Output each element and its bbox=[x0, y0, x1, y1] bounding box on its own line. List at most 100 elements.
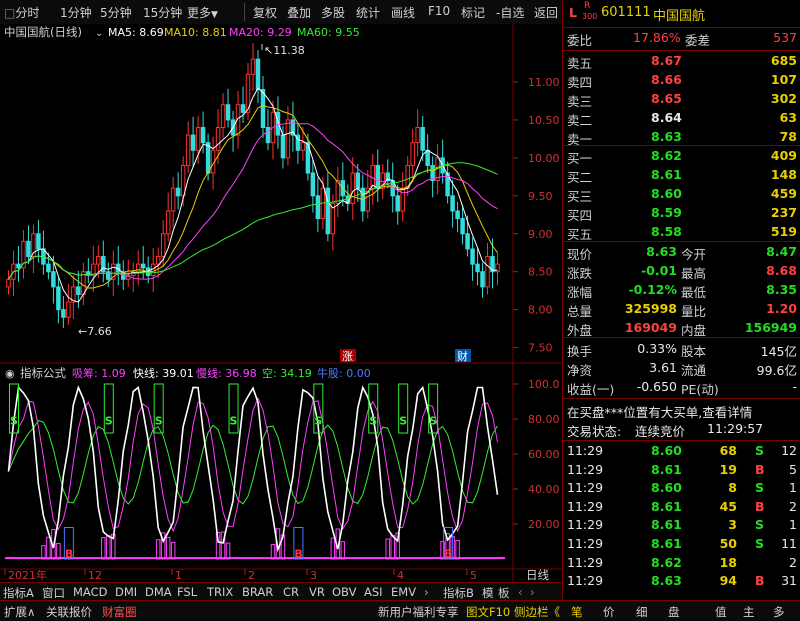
chevron-right-icon[interactable]: › bbox=[424, 585, 429, 599]
tab-dmi[interactable]: DMI bbox=[115, 585, 137, 599]
link-new-user-benefit[interactable]: 新用户福利专享 bbox=[378, 604, 459, 620]
level-label: 买二 bbox=[567, 170, 593, 185]
tab-macd[interactable]: MACD bbox=[73, 585, 107, 599]
sell-level-5[interactable]: 卖五 8.67 685 bbox=[563, 53, 800, 71]
quote-stat-row[interactable]: 涨跌 -0.01 最高 8.68 bbox=[563, 263, 800, 281]
tick-row[interactable]: 11:29 8.63 94 B 31 bbox=[563, 573, 800, 591]
stat-value: 8.35 bbox=[766, 282, 797, 297]
button-statistics[interactable]: 统计 bbox=[356, 4, 380, 21]
tab-more[interactable]: 更多▼ bbox=[187, 4, 218, 21]
button-sidebar[interactable]: 侧边栏《 bbox=[514, 604, 560, 620]
button-graphic-f10[interactable]: 图文F10 bbox=[466, 604, 510, 620]
tab-indicator-a[interactable]: 指标A bbox=[3, 585, 34, 601]
stock-name: 中国国航 bbox=[653, 9, 706, 24]
tick-row[interactable]: 11:29 8.60 8 S 1 bbox=[563, 480, 800, 498]
tick-row[interactable]: 11:29 8.60 68 S 12 bbox=[563, 443, 800, 461]
tab-main[interactable]: 主 bbox=[743, 604, 755, 620]
level-label: 卖五 bbox=[567, 56, 593, 71]
indicator-name[interactable]: 指标公式 bbox=[20, 366, 66, 380]
tick-row[interactable]: 11:29 8.61 3 S 1 bbox=[563, 517, 800, 535]
period-label[interactable]: 日线 bbox=[526, 568, 549, 582]
stat-label: 收益(一) bbox=[567, 382, 615, 397]
quote-stat2-row[interactable]: 收益(一) -0.650 PE(动) - bbox=[563, 379, 800, 397]
tab-obv[interactable]: OBV bbox=[332, 585, 356, 599]
tick-direction: B bbox=[755, 573, 765, 589]
kline-chart-area[interactable]: 中国国航(日线) ⌄ MA5: 8.69 MA10: 8.81 MA20: 9.… bbox=[0, 24, 562, 582]
tab-value[interactable]: 值 bbox=[715, 604, 727, 620]
tab-brar[interactable]: BRAR bbox=[242, 585, 273, 599]
quote-panel: L R 300 601111 中国国航 委比 17.86% 委差 537 卖五 8… bbox=[562, 0, 800, 600]
quote-stat-row[interactable]: 涨幅 -0.12% 最低 8.35 bbox=[563, 282, 800, 300]
button-f10[interactable]: F10 bbox=[428, 4, 450, 18]
tab-fsl[interactable]: FSL bbox=[177, 585, 197, 599]
tab-detail[interactable]: 细 bbox=[636, 604, 648, 620]
tab-asi[interactable]: ASI bbox=[364, 585, 383, 599]
level-price: 8.66 bbox=[651, 72, 682, 87]
financial-report-tag[interactable]: 财 bbox=[457, 349, 468, 363]
button-restore-rights[interactable]: 复权 bbox=[253, 4, 277, 21]
buy-level-5[interactable]: 买五 8.58 519 bbox=[563, 224, 800, 242]
tick-row[interactable]: 11:29 8.61 19 B 5 bbox=[563, 462, 800, 480]
tab-cr[interactable]: CR bbox=[283, 585, 299, 599]
price-tick: 7.50 bbox=[528, 342, 553, 355]
tab-template[interactable]: 模 bbox=[482, 585, 494, 601]
tab-multi[interactable]: 多 bbox=[773, 604, 785, 620]
buy-level-2[interactable]: 买二 8.61 148 bbox=[563, 167, 800, 185]
big-order-notice[interactable]: 在买盘***位置有大买单,查看详情 bbox=[563, 402, 800, 420]
tab-5min[interactable]: 5分钟 bbox=[100, 4, 132, 21]
button-expand[interactable]: 扩展∧ bbox=[4, 604, 35, 620]
quote-stat-row[interactable]: 现价 8.63 今开 8.47 bbox=[563, 244, 800, 262]
tick-time: 11:29 bbox=[567, 517, 604, 533]
level-volume: 409 bbox=[770, 148, 797, 163]
quote-stat2-row[interactable]: 净资 3.61 流通 99.6亿 bbox=[563, 360, 800, 378]
buy-level-1[interactable]: 买一 8.62 409 bbox=[563, 148, 800, 166]
buy-level-3[interactable]: 买三 8.60 459 bbox=[563, 186, 800, 204]
quote-stat-row[interactable]: 外盘 169049 内盘 156949 bbox=[563, 320, 800, 338]
limit-up-tag[interactable]: 涨 bbox=[342, 350, 353, 363]
price-tick: 10.50 bbox=[528, 114, 560, 127]
indicator-tick: 100.0 bbox=[528, 378, 560, 391]
button-overlay[interactable]: 叠加 bbox=[287, 4, 311, 21]
indicator-tick: 80.00 bbox=[528, 413, 560, 426]
quote-stat2-row[interactable]: 换手 0.33% 股本 145亿 bbox=[563, 341, 800, 359]
button-watchlist[interactable]: -自选 bbox=[496, 4, 524, 21]
tab-intraday[interactable]: □分时 bbox=[4, 4, 39, 21]
tab-board[interactable]: 板 bbox=[498, 585, 510, 601]
quote-stat-row[interactable]: 总量 325998 量比 1.20 bbox=[563, 301, 800, 319]
tab-1min[interactable]: 1分钟 bbox=[60, 4, 92, 21]
chevron-left-icon[interactable]: ‹ bbox=[518, 585, 523, 599]
button-draw-line[interactable]: 画线 bbox=[391, 4, 415, 21]
button-wealth-circle[interactable]: 财富圈 bbox=[102, 604, 137, 620]
tab-emv[interactable]: EMV bbox=[391, 585, 416, 599]
sell-level-2[interactable]: 卖二 8.64 63 bbox=[563, 110, 800, 128]
chevron-down-icon[interactable]: ⌄ bbox=[95, 28, 103, 39]
button-related-quote[interactable]: 关联报价 bbox=[46, 604, 92, 620]
tab-board-info[interactable]: 盘 bbox=[668, 604, 680, 620]
tab-trix[interactable]: TRIX bbox=[207, 585, 233, 599]
tick-row[interactable]: 11:29 8.61 45 B 2 bbox=[563, 499, 800, 517]
level-label: 买一 bbox=[567, 151, 593, 166]
button-back[interactable]: 返回 bbox=[534, 4, 558, 21]
stat-value: 99.6亿 bbox=[756, 363, 797, 378]
tab-15min[interactable]: 15分钟 bbox=[143, 4, 182, 21]
tab-dma[interactable]: DMA bbox=[145, 585, 172, 599]
badge-num: 300 bbox=[582, 12, 598, 21]
sell-level-4[interactable]: 卖四 8.66 107 bbox=[563, 72, 800, 90]
button-multi-stock[interactable]: 多股 bbox=[321, 4, 345, 21]
tick-row[interactable]: 11:29 8.61 50 S 11 bbox=[563, 536, 800, 554]
buy-level-4[interactable]: 买四 8.59 237 bbox=[563, 205, 800, 223]
indicator-slow-line: 慢线: 36.98 bbox=[196, 366, 257, 380]
sell-level-3[interactable]: 卖三 8.65 302 bbox=[563, 91, 800, 109]
tab-price[interactable]: 价 bbox=[603, 604, 615, 620]
level-volume: 519 bbox=[770, 224, 797, 239]
tab-ticks[interactable]: 笔 bbox=[571, 604, 583, 620]
tab-vr[interactable]: VR bbox=[309, 585, 325, 599]
settings-icon[interactable]: ◉ bbox=[5, 367, 15, 380]
level-price: 8.61 bbox=[651, 167, 682, 182]
tab-window[interactable]: 窗口 bbox=[42, 585, 65, 601]
level-label: 卖二 bbox=[567, 113, 593, 128]
chevron-right-icon[interactable]: › bbox=[530, 585, 535, 599]
tab-indicator-b[interactable]: 指标B bbox=[443, 585, 474, 601]
button-mark[interactable]: 标记 bbox=[461, 4, 485, 21]
tick-row[interactable]: 11:29 8.62 18 2 bbox=[563, 555, 800, 573]
